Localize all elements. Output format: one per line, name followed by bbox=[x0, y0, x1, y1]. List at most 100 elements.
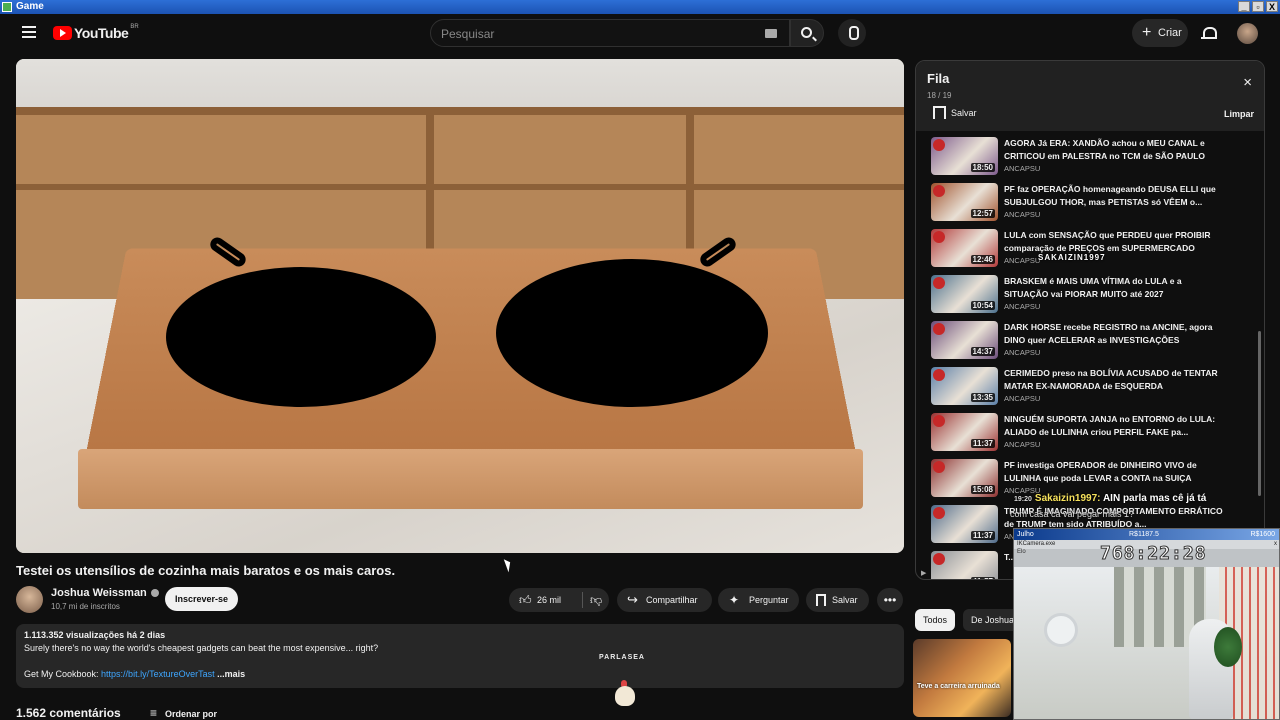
close-window-button[interactable]: X bbox=[1266, 1, 1278, 12]
queue-item-thumbnail[interactable]: 41:57 bbox=[931, 551, 998, 579]
video-player[interactable] bbox=[16, 59, 904, 553]
cam-fan bbox=[1044, 613, 1078, 647]
cookbook-line: Get My Cookbook: https://bit.ly/TextureO… bbox=[24, 668, 896, 681]
cam-info-bar: Julho R$1187.5 R$1600 bbox=[1014, 529, 1279, 540]
more-actions-button[interactable]: ••• bbox=[877, 588, 903, 612]
queue-item-duration: 18:50 bbox=[970, 163, 995, 172]
queue-item[interactable]: 11:37 NINGUÉM SUPORTA JANJA no ENTORNO do… bbox=[931, 413, 1256, 457]
youtube-header: YouTube BR Pesquisar + Criar bbox=[0, 14, 1280, 54]
stream-chat-line-2: com casa ca vai pegar mais 1? bbox=[1010, 509, 1135, 519]
notifications-bell-icon[interactable] bbox=[1201, 26, 1217, 40]
keyboard-icon[interactable] bbox=[765, 29, 777, 38]
pan-left bbox=[166, 267, 436, 407]
cookbook-link[interactable]: https://bit.ly/TextureOverTast bbox=[101, 669, 215, 679]
queue-save-button[interactable]: Salvar bbox=[933, 106, 977, 119]
queue-item-title[interactable]: AGORA Já ERA: XANDÃO achou o MEU CANAL e… bbox=[1004, 137, 1226, 163]
queue-item-thumbnail[interactable]: 10:54 bbox=[931, 275, 998, 313]
queue-item[interactable]: 14:37 DARK HORSE recebe REGISTRO na ANCIN… bbox=[931, 321, 1256, 365]
channel-badge-icon bbox=[933, 415, 945, 427]
recommended-thumb-text: Teve a carreira arruinada bbox=[917, 683, 1000, 690]
channel-badge-icon bbox=[933, 139, 945, 151]
recommended-video-thumbnail[interactable]: Teve a carreira arruinada bbox=[913, 639, 1011, 717]
webcam-scene bbox=[1014, 567, 1279, 719]
like-icon[interactable]: 👍︎ bbox=[519, 594, 532, 606]
close-queue-icon[interactable]: × bbox=[1243, 75, 1252, 90]
search-input[interactable]: Pesquisar bbox=[430, 19, 790, 47]
youtube-logo[interactable]: YouTube BR bbox=[53, 24, 139, 41]
channel-avatar[interactable] bbox=[16, 586, 43, 613]
ask-label: Perguntar bbox=[749, 595, 789, 605]
queue-scrollbar[interactable] bbox=[1258, 331, 1261, 496]
queue-item-channel: ANCAPSU bbox=[1004, 164, 1041, 173]
description-more-link[interactable]: ...mais bbox=[217, 669, 245, 679]
subscribe-button[interactable]: Inscrever-se bbox=[165, 587, 238, 611]
cam-value-1: R$1187.5 bbox=[1129, 531, 1159, 538]
channel-badge-icon bbox=[933, 185, 945, 197]
cam-month: Julho bbox=[1017, 531, 1034, 538]
queue-item-title[interactable]: LULA com SENSAÇÃO que PERDEU quer PROIBI… bbox=[1004, 229, 1226, 255]
queue-item-title[interactable]: PF investiga OPERADOR de DINHEIRO VIVO d… bbox=[1004, 459, 1226, 485]
cam-value-2: R$1600 bbox=[1250, 531, 1275, 538]
queue-item-duration: 13:35 bbox=[970, 393, 995, 402]
now-playing-icon: ▶ bbox=[921, 570, 927, 577]
view-stats: 1.113.352 visualizações há 2 dias bbox=[24, 630, 166, 640]
queue-item[interactable]: 12:46 LULA com SENSAÇÃO que PERDEU quer P… bbox=[931, 229, 1256, 273]
youtube-play-icon bbox=[53, 26, 72, 40]
chip-all[interactable]: Todos bbox=[915, 609, 956, 631]
save-label: Salvar bbox=[832, 595, 858, 605]
queue-item-thumbnail[interactable]: 12:57 bbox=[931, 183, 998, 221]
queue-item[interactable]: 12:57 PF faz OPERAÇÃO homenageando DEUSA … bbox=[931, 183, 1256, 227]
menu-icon[interactable] bbox=[22, 26, 36, 38]
channel-badge-icon bbox=[933, 369, 945, 381]
account-avatar[interactable] bbox=[1237, 23, 1258, 44]
queue-item-duration: 11:37 bbox=[970, 531, 995, 540]
ask-button[interactable]: ✦ Perguntar bbox=[718, 588, 799, 612]
search-button[interactable] bbox=[790, 19, 824, 47]
verified-icon bbox=[150, 589, 159, 598]
like-count[interactable]: 26 mil bbox=[537, 588, 561, 612]
minimize-button[interactable]: _ bbox=[1238, 1, 1250, 12]
save-button[interactable]: Salvar bbox=[806, 588, 869, 612]
app-window: Game _ ▫ X YouTube BR Pesquisar + Criar bbox=[0, 0, 1280, 720]
queue-item-title[interactable]: BRASKEM é MAIS UMA VÍTIMA do LULA e a SI… bbox=[1004, 275, 1226, 301]
pan-right bbox=[496, 259, 768, 407]
queue-item-thumbnail[interactable]: 14:37 bbox=[931, 321, 998, 359]
queue-clear-button[interactable]: Limpar bbox=[1224, 109, 1254, 119]
queue-item-title[interactable]: CERIMEDO preso na BOLÍVIA ACUSADO de TEN… bbox=[1004, 367, 1226, 393]
chat-timestamp: 19:20 bbox=[1014, 496, 1032, 503]
subscriber-count: 10,7 mi de inscritos bbox=[51, 602, 120, 611]
queue-item-thumbnail[interactable]: 15:08 bbox=[931, 459, 998, 497]
queue-item[interactable]: 13:35 CERIMEDO preso na BOLÍVIA ACUSADO d… bbox=[931, 367, 1256, 411]
channel-name[interactable]: Joshua Weissman bbox=[51, 587, 159, 599]
queue-item-duration: 12:46 bbox=[970, 255, 995, 264]
video-scene-shelf bbox=[16, 107, 904, 115]
queue-item-title[interactable]: PF faz OPERAÇÃO homenageando DEUSA ELLI … bbox=[1004, 183, 1226, 209]
sort-comments-button[interactable]: Ordenar por bbox=[150, 706, 217, 720]
queue-item-thumbnail[interactable]: 11:37 bbox=[931, 505, 998, 543]
queue-item[interactable]: 18:50 AGORA Já ERA: XANDÃO achou o MEU CA… bbox=[931, 137, 1256, 181]
description-text: Surely there's no way the world's cheape… bbox=[24, 643, 379, 653]
queue-item-thumbnail[interactable]: 13:35 bbox=[931, 367, 998, 405]
voice-search-icon[interactable] bbox=[838, 19, 866, 47]
create-label: Criar bbox=[1158, 27, 1182, 39]
queue-item-thumbnail[interactable]: 18:50 bbox=[931, 137, 998, 175]
description-box[interactable]: 1.113.352 visualizações há 2 dias Surely… bbox=[16, 624, 904, 688]
create-button[interactable]: + Criar bbox=[1132, 19, 1188, 47]
dislike-icon[interactable]: 👎︎ bbox=[590, 594, 602, 606]
stream-chat-message: 19:20 Sakaizin1997: AIN parla mas cê já t… bbox=[1014, 493, 1206, 504]
queue-item-thumbnail[interactable]: 12:46 bbox=[931, 229, 998, 267]
cam-plant bbox=[1214, 627, 1242, 667]
queue-item-title[interactable]: NINGUÉM SUPORTA JANJA no ENTORNO do LULA… bbox=[1004, 413, 1226, 439]
share-button[interactable]: ↪ Compartilhar bbox=[617, 588, 712, 612]
maximize-button[interactable]: ▫ bbox=[1252, 1, 1264, 12]
queue-item-title[interactable]: DARK HORSE recebe REGISTRO na ANCINE, ag… bbox=[1004, 321, 1226, 347]
queue-item-thumbnail[interactable]: 11:37 bbox=[931, 413, 998, 451]
queue-header: Fila 18 / 19 × Salvar Limpar bbox=[916, 61, 1264, 131]
queue-item[interactable]: 10:54 BRASKEM é MAIS UMA VÍTIMA do LULA e… bbox=[931, 275, 1256, 319]
channel-badge-icon bbox=[933, 461, 945, 473]
cam-close-icon[interactable]: x bbox=[1274, 540, 1277, 549]
queue-item-duration: 12:57 bbox=[970, 209, 995, 218]
queue-item-channel: ANCAPSU bbox=[1004, 440, 1041, 449]
os-title-bar: Game _ ▫ X bbox=[0, 0, 1280, 14]
webcam-overlay: Julho R$1187.5 R$1600 IKCamera.exe x Elo… bbox=[1013, 528, 1280, 720]
